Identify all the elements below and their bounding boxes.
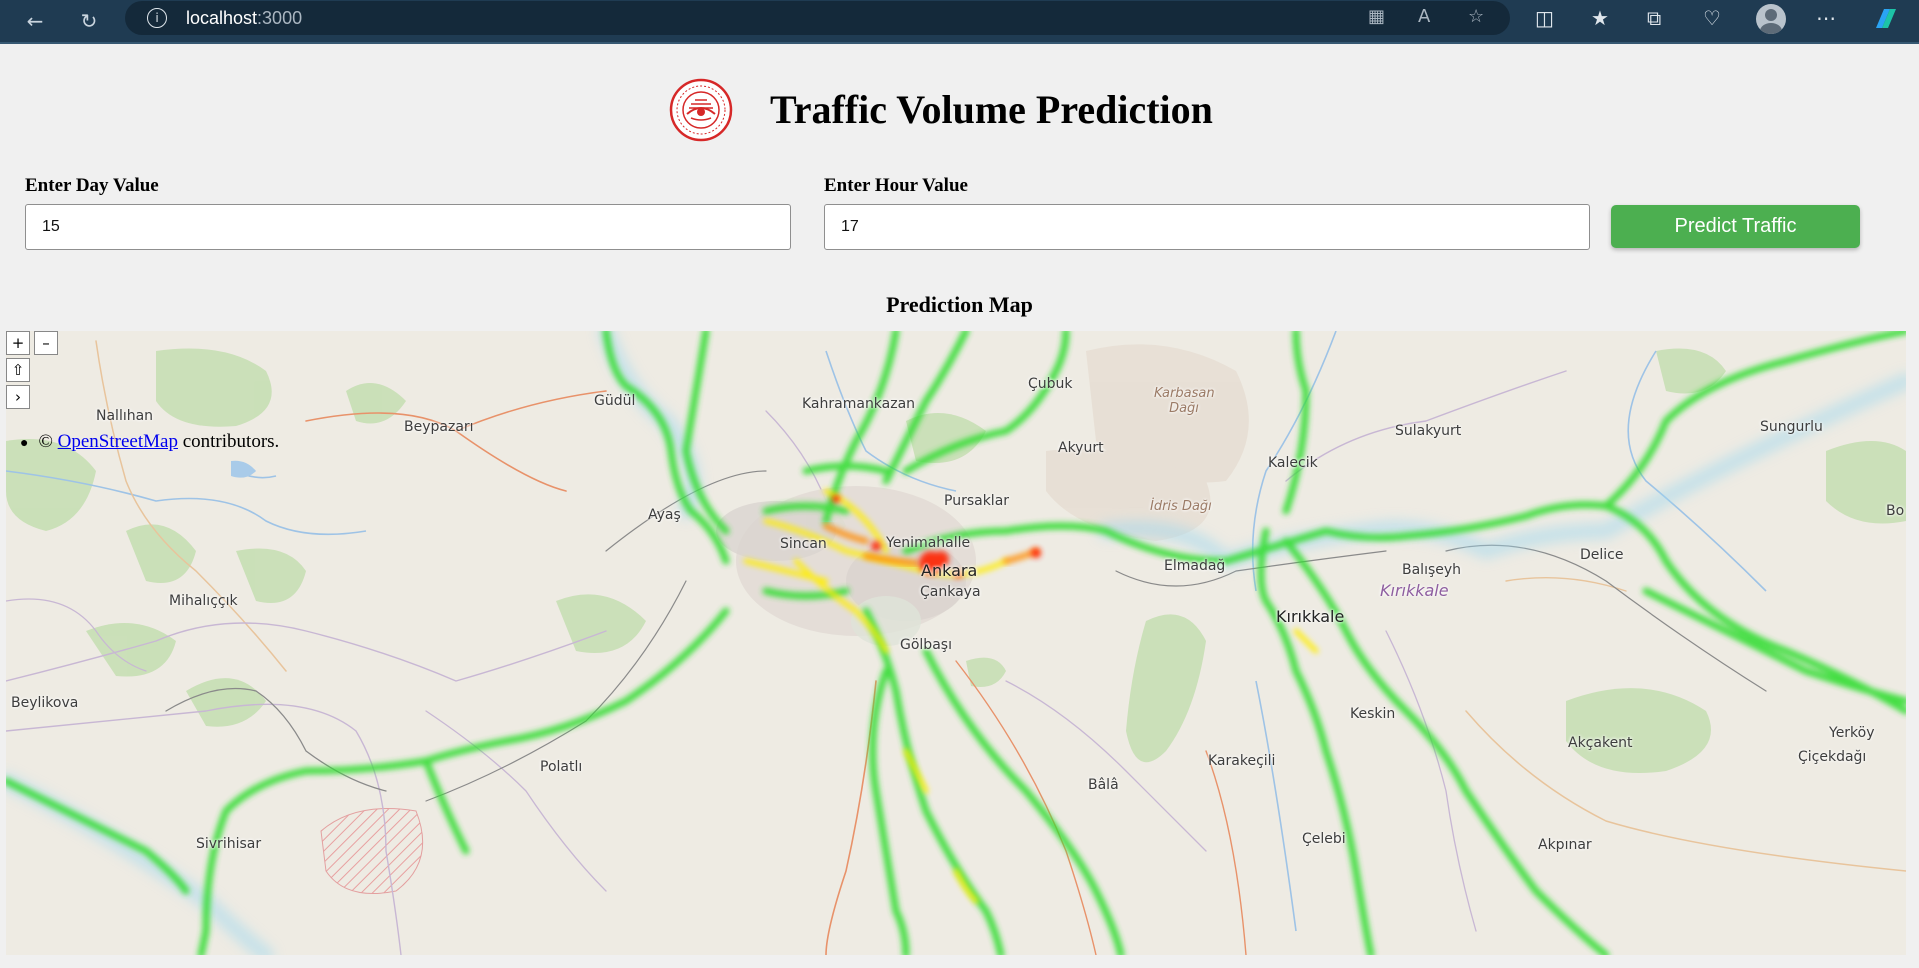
place-label: Çankaya	[920, 584, 981, 600]
place-label: Sungurlu	[1760, 419, 1823, 435]
browser-essentials-icon[interactable]: ♡	[1703, 6, 1721, 30]
back-arrow-icon[interactable]: ←	[20, 6, 50, 36]
place-label: Yerköy	[1829, 725, 1875, 741]
ministry-logo	[669, 78, 733, 142]
browser-toolbar: ← ↻ i localhost:3000 ▦ A ☆ ◫ ★ ⧉ ♡ ⋯	[0, 0, 1919, 42]
place-label: Kırıkkale	[1380, 581, 1449, 600]
address-bar[interactable]: i localhost:3000 ▦ A ☆	[125, 1, 1510, 35]
openstreetmap-link[interactable]: OpenStreetMap	[58, 431, 178, 452]
copilot-icon[interactable]	[1870, 4, 1900, 34]
place-label: Elmadağ	[1164, 558, 1226, 574]
place-label: Akçakent	[1568, 735, 1633, 751]
place-label: Bo	[1886, 503, 1905, 519]
place-label: Çubuk	[1028, 376, 1073, 392]
place-label: İdris Dağı	[1150, 499, 1212, 514]
predict-traffic-button[interactable]: Predict Traffic	[1611, 205, 1860, 248]
place-label: Kahramankazan	[802, 396, 916, 412]
place-label: Balışeyh	[1402, 562, 1462, 578]
place-label: Sincan	[780, 536, 827, 552]
address-url: localhost:3000	[186, 8, 303, 28]
place-label: Güdül	[594, 393, 636, 409]
site-info-icon[interactable]: i	[147, 8, 167, 28]
attribution-bullet: ●	[20, 436, 29, 451]
place-label: Yenimahalle	[886, 535, 971, 551]
page-title: Traffic Volume Prediction	[770, 87, 1213, 132]
place-label: Mihalıççık	[169, 593, 238, 609]
profile-avatar[interactable]	[1756, 4, 1786, 34]
place-label: Çiçekdağı	[1798, 749, 1867, 765]
day-input[interactable]: 15	[25, 204, 791, 250]
zoom-out-button[interactable]: –	[34, 331, 58, 355]
place-label: Sivrihisar	[196, 836, 262, 852]
refresh-icon[interactable]: ↻	[74, 6, 104, 36]
place-label: Sulakyurt	[1395, 423, 1462, 439]
collections-icon[interactable]: ⧉	[1647, 6, 1661, 30]
place-label: Çelebi	[1302, 831, 1346, 847]
place-label: Beypazarı	[404, 419, 474, 435]
place-label: Kırıkkale	[1276, 607, 1345, 626]
place-label: Akpınar	[1538, 837, 1592, 853]
place-label: Akyurt	[1058, 440, 1104, 456]
chrome-divider	[0, 42, 1919, 44]
expand-attribution-button[interactable]: ›	[6, 385, 30, 409]
place-label: Karakeçili	[1208, 753, 1276, 769]
place-label: Bâlâ	[1088, 777, 1119, 793]
favorite-star-icon[interactable]: ☆	[1468, 6, 1484, 27]
favorites-icon[interactable]: ★	[1591, 6, 1609, 30]
place-label: Keskin	[1350, 706, 1396, 722]
place-label: Gölbaşı	[900, 637, 952, 653]
place-label: Karbasan Dağı	[1154, 386, 1215, 416]
hour-label: Enter Hour Value	[824, 175, 968, 196]
place-label: Nallıhan	[96, 408, 154, 424]
place-label: Ankara	[921, 561, 978, 580]
hour-input[interactable]: 17	[824, 204, 1590, 250]
place-label: Kalecik	[1268, 455, 1318, 471]
place-label: Pursaklar	[944, 493, 1010, 509]
day-label: Enter Day Value	[25, 175, 159, 196]
map-title: Prediction Map	[886, 292, 1033, 317]
more-menu-icon[interactable]: ⋯	[1816, 6, 1836, 30]
map-attribution: ● © OpenStreetMap contributors.	[20, 431, 280, 452]
restricted-area	[320, 808, 424, 894]
read-aloud-icon[interactable]: A	[1418, 6, 1430, 27]
split-screen-icon[interactable]: ◫	[1535, 6, 1554, 30]
map-tiles	[6, 331, 1906, 955]
prediction-map[interactable]: + – ⇧ › ● © OpenStreetMap contributors. N…	[6, 331, 1906, 955]
place-label: Ayaş	[648, 507, 681, 523]
app-available-icon[interactable]: ▦	[1368, 6, 1385, 27]
zoom-in-button[interactable]: +	[6, 331, 30, 355]
place-label: Beylikova	[11, 695, 79, 711]
place-label: Delice	[1580, 547, 1624, 563]
reset-north-button[interactable]: ⇧	[6, 358, 30, 382]
place-label: Polatlı	[540, 759, 583, 775]
